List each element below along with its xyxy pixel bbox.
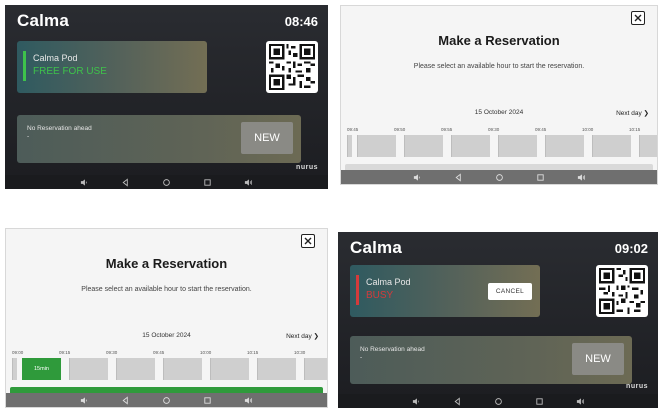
time-label: 10:00 [200, 350, 212, 355]
recents-icon[interactable] [535, 397, 544, 406]
brand-logo: nurus [626, 383, 648, 390]
volume-up-icon[interactable] [577, 173, 586, 182]
time-slot[interactable] [304, 358, 327, 380]
pod-name: Calma Pod [33, 53, 78, 63]
volume-down-icon[interactable] [80, 178, 89, 187]
time-slot[interactable] [545, 135, 584, 157]
time-slot[interactable] [347, 135, 352, 157]
back-icon[interactable] [121, 395, 130, 405]
modal-subtitle: Please select an available hour to start… [81, 286, 252, 293]
time-labels-row: 09:45 09:50 09:55 09:30 09:45 10:00 10:1… [347, 127, 657, 135]
back-icon[interactable] [121, 177, 130, 187]
modal-title: Make a Reservation [105, 256, 228, 271]
volume-up-icon[interactable] [244, 396, 253, 405]
time-slot[interactable] [498, 135, 537, 157]
no-reservation-text: No Reservation ahead [27, 125, 92, 132]
time-labels-row: 09:00 09:15 09:30 09:45 10:00 10:15 10:3… [12, 350, 327, 358]
reservation-dash: - [27, 133, 30, 140]
time-slot[interactable] [357, 135, 396, 157]
home-icon[interactable] [495, 173, 504, 182]
time-slot[interactable] [69, 358, 108, 380]
time-label: 09:50 [394, 127, 406, 132]
time-slot[interactable] [592, 135, 631, 157]
new-reservation-button[interactable]: NEW [572, 343, 624, 375]
android-nav-bar [6, 393, 327, 407]
android-nav-bar [338, 394, 658, 408]
recents-icon[interactable] [203, 178, 212, 187]
time-label: 10:15 [247, 350, 259, 355]
reservation-screen-selected: Make a Reservation Please select an avai… [5, 228, 328, 408]
time-slot[interactable] [163, 358, 202, 380]
date-label: 15 October 2024 [142, 332, 191, 339]
next-day-button[interactable]: Next day ❯ [616, 109, 649, 117]
pod-status-card: Calma Pod BUSY CANCEL [350, 265, 540, 317]
back-icon[interactable] [454, 172, 463, 182]
home-icon[interactable] [162, 178, 171, 187]
volume-up-icon[interactable] [244, 178, 253, 187]
pod-status-card: Calma Pod FREE FOR USE [17, 41, 207, 93]
recents-icon[interactable] [536, 173, 545, 182]
time-label: 09:55 [441, 127, 453, 132]
time-label: 09:30 [106, 350, 118, 355]
brand-logo: nurus [296, 164, 318, 171]
home-screen-free: Calma 08:46 Calma Pod FREE FOR USE No Re… [5, 5, 328, 189]
time-slots-row: 15min [12, 358, 327, 382]
close-icon [634, 14, 642, 22]
volume-down-icon[interactable] [412, 397, 421, 406]
home-icon[interactable] [494, 397, 503, 406]
clock: 09:02 [614, 241, 648, 256]
qr-code-icon [596, 265, 648, 317]
android-nav-bar [5, 175, 328, 189]
time-slot[interactable] [12, 358, 17, 380]
time-label: 10:15 [629, 127, 641, 132]
close-button[interactable] [301, 234, 315, 248]
home-icon[interactable] [162, 396, 171, 405]
reservation-card: No Reservation ahead - NEW [17, 115, 301, 163]
modal-subtitle: Please select an available hour to start… [413, 63, 585, 70]
app-title: Calma [350, 238, 403, 257]
home-screen-busy: Calma 09:02 Calma Pod BUSY CANCEL No Res… [338, 232, 658, 408]
new-reservation-button[interactable]: NEW [241, 122, 293, 154]
android-nav-bar [341, 170, 657, 184]
time-label: 09:00 [12, 350, 24, 355]
reservation-card: No Reservation ahead - NEW [350, 336, 632, 384]
pod-name: Calma Pod [366, 277, 411, 287]
time-slot[interactable] [116, 358, 155, 380]
reservation-screen-empty: Make a Reservation Please select an avai… [340, 5, 658, 185]
back-icon[interactable] [453, 396, 462, 406]
time-slot[interactable] [210, 358, 249, 380]
time-label: 09:30 [488, 127, 500, 132]
time-slot[interactable] [639, 135, 657, 157]
app-title: Calma [17, 11, 70, 30]
reservation-dash: - [360, 354, 363, 361]
pod-status: FREE FOR USE [33, 66, 107, 77]
time-label: 10:30 [294, 350, 306, 355]
time-label: 10:00 [582, 127, 594, 132]
cancel-button[interactable]: CANCEL [488, 283, 532, 300]
next-day-button[interactable]: Next day ❯ [286, 332, 319, 340]
time-slot[interactable] [404, 135, 443, 157]
modal-title: Make a Reservation [438, 33, 560, 48]
time-slot[interactable] [257, 358, 296, 380]
close-icon [304, 237, 312, 245]
time-label: 09:15 [59, 350, 71, 355]
recents-icon[interactable] [203, 396, 212, 405]
time-slot-selected[interactable]: 15min [22, 358, 61, 380]
clock: 08:46 [284, 14, 318, 29]
time-label: 09:45 [535, 127, 547, 132]
qr-code-icon [266, 41, 318, 93]
time-label: 09:45 [153, 350, 165, 355]
volume-down-icon[interactable] [80, 396, 89, 405]
date-label: 15 October 2024 [474, 109, 524, 116]
pod-status: BUSY [366, 290, 394, 301]
status-indicator-bar [356, 275, 359, 305]
volume-up-icon[interactable] [576, 397, 585, 406]
status-indicator-bar [23, 51, 26, 81]
time-slot[interactable] [451, 135, 490, 157]
no-reservation-text: No Reservation ahead [360, 346, 425, 353]
time-label: 09:45 [347, 127, 359, 132]
volume-down-icon[interactable] [413, 173, 422, 182]
close-button[interactable] [631, 11, 645, 25]
time-slots-row [347, 135, 657, 159]
